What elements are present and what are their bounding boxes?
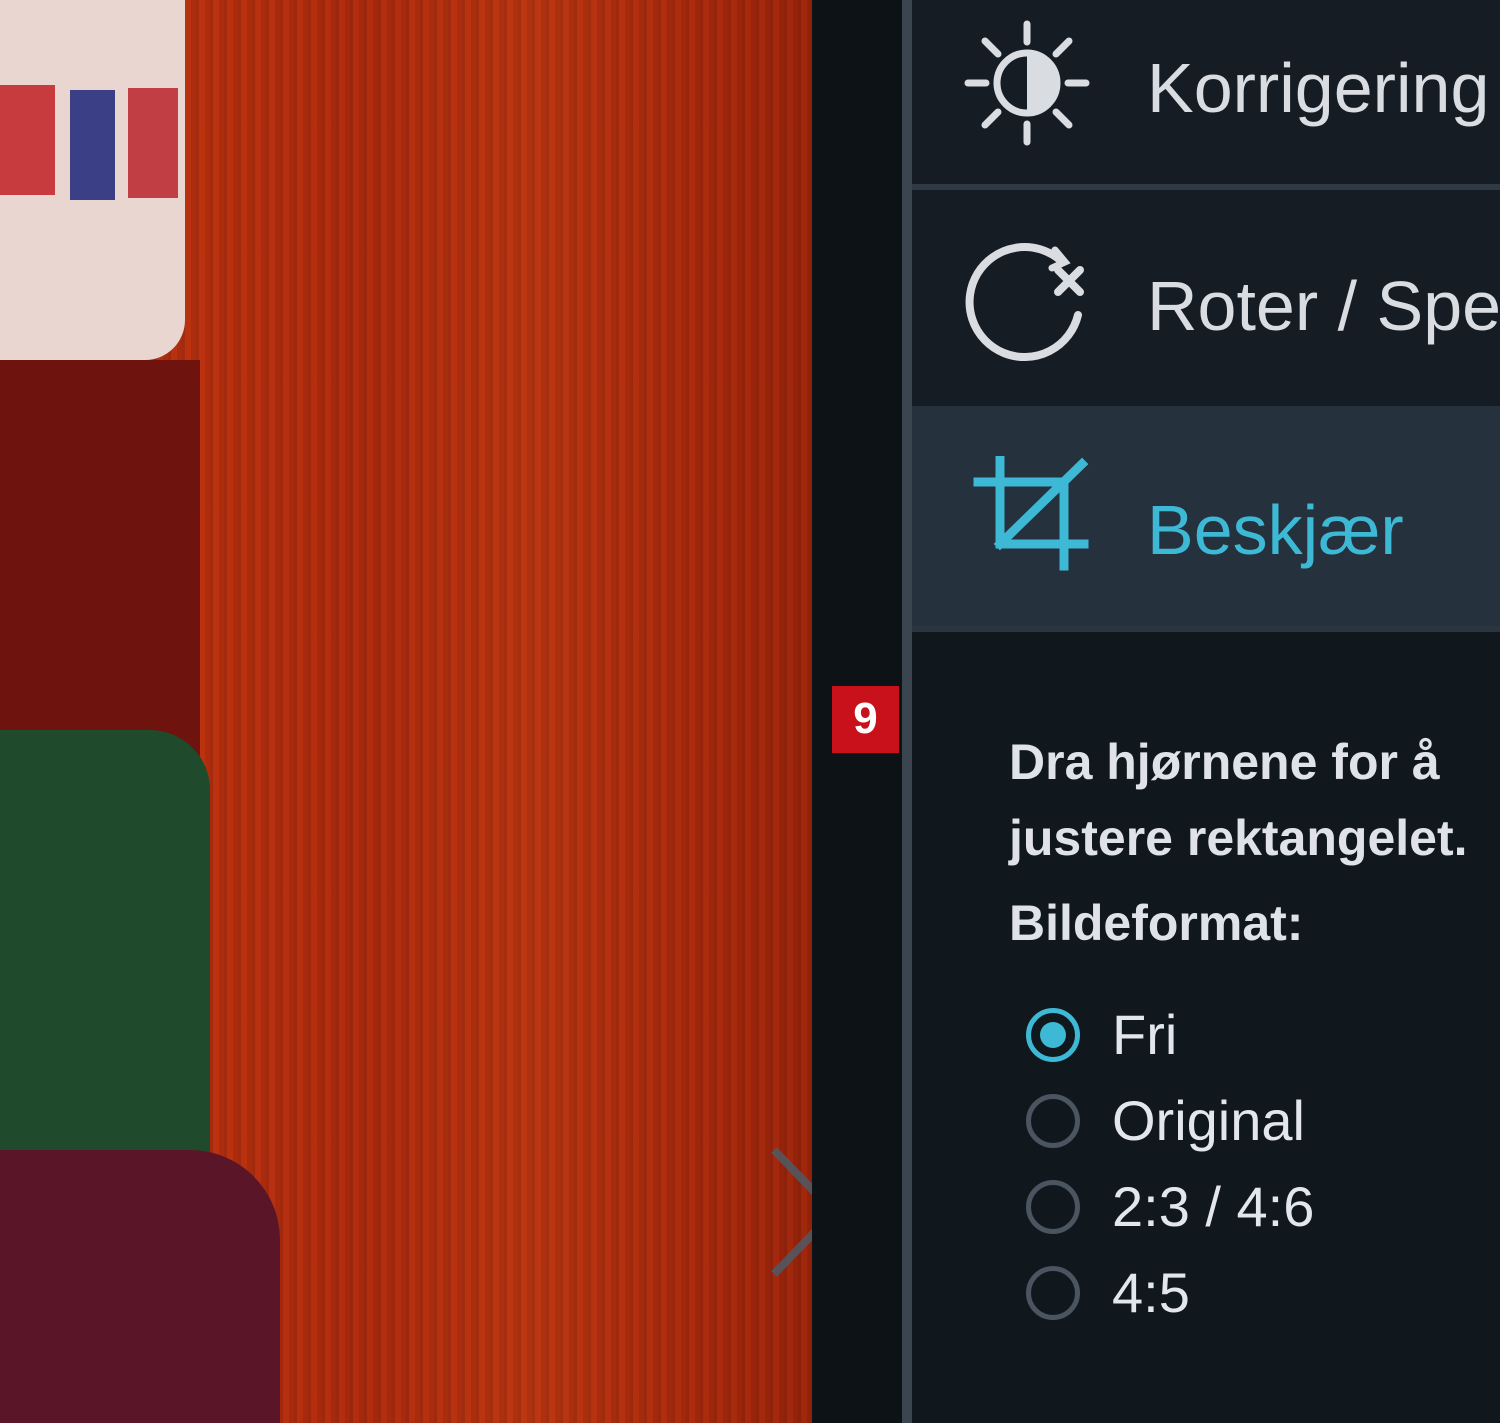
radio-selected-icon[interactable] xyxy=(1026,1008,1080,1062)
radio-icon[interactable] xyxy=(1026,1180,1080,1234)
panel-divider[interactable] xyxy=(902,0,912,1423)
aspect-option-label: 4:5 xyxy=(1112,1261,1190,1324)
aspect-option-label: 2:3 / 4:6 xyxy=(1112,1175,1315,1238)
aspect-option-4-5[interactable]: 4:5 xyxy=(1026,1256,1486,1336)
shirt-print-red-2 xyxy=(128,88,178,198)
step-number-badge: 9 xyxy=(832,686,899,753)
tool-label: Roter / Speil xyxy=(1147,267,1500,345)
aspect-option-label: Original xyxy=(1112,1089,1305,1152)
rotate-icon xyxy=(965,243,1084,362)
crop-icon xyxy=(973,456,1089,571)
aspect-option-2-3[interactable]: 2:3 / 4:6 xyxy=(1026,1170,1486,1250)
chevron-right-icon[interactable] xyxy=(764,1140,812,1290)
shirt-print-blue xyxy=(70,90,115,200)
tool-korrigering[interactable]: Korrigering xyxy=(912,0,1500,184)
shirt-print-red xyxy=(0,85,55,195)
tool-label: Korrigering xyxy=(1147,49,1490,127)
aspect-option-fri[interactable]: Fri xyxy=(1026,998,1486,1078)
brightness-icon xyxy=(964,20,1090,146)
tool-label: Beskjær xyxy=(1147,491,1404,569)
edit-tools-panel: Korrigering Roter / Speil Beskjær Dra hj… xyxy=(912,0,1500,1423)
crop-options-section: Dra hjørnene for å justere rektangelet. … xyxy=(912,632,1500,1423)
crop-instruction-text: Dra hjørnene for å justere rektangelet. xyxy=(1009,734,1468,866)
photo-person-maroon-cloth xyxy=(0,1150,280,1423)
photo-preview xyxy=(0,0,812,1423)
aspect-ratio-heading: Bildeformat: xyxy=(1009,895,1304,951)
tool-beskjaer[interactable]: Beskjær xyxy=(912,406,1500,626)
radio-icon[interactable] xyxy=(1026,1094,1080,1148)
radio-icon[interactable] xyxy=(1026,1266,1080,1320)
aspect-option-original[interactable]: Original xyxy=(1026,1084,1486,1164)
tool-roter-speil[interactable]: Roter / Speil xyxy=(912,190,1500,404)
aspect-option-label: Fri xyxy=(1112,1003,1178,1066)
photo-person-green-sweater xyxy=(0,730,210,1210)
